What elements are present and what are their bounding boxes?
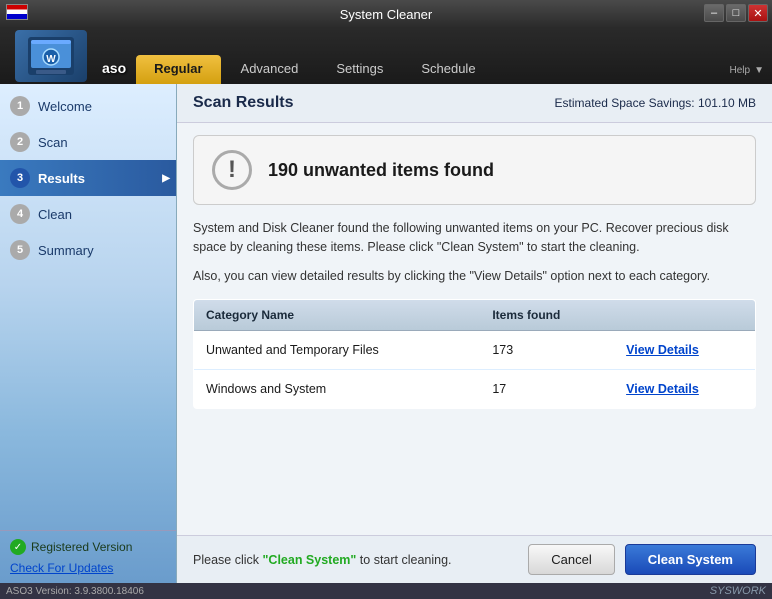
- aso-label: aso: [96, 60, 136, 84]
- sidebar: 1 Welcome 2 Scan 3 Results 4 Clean 5 Sum…: [0, 84, 177, 583]
- sidebar-item-clean[interactable]: 4 Clean: [0, 196, 176, 232]
- sidebar-label-welcome: Welcome: [38, 99, 92, 114]
- title-bar-controls: – □ ✕: [704, 4, 768, 22]
- estimated-savings: Estimated Space Savings: 101.10 MB: [555, 96, 756, 110]
- sidebar-item-summary[interactable]: 5 Summary: [0, 232, 176, 268]
- tab-settings[interactable]: Settings: [318, 55, 401, 84]
- sidebar-label-clean: Clean: [38, 207, 72, 222]
- step-num-scan: 2: [10, 132, 30, 152]
- view-details-link-1[interactable]: View Details: [626, 343, 699, 357]
- col-category: Category Name: [194, 300, 481, 331]
- syswork-logo: SYSWORK: [710, 585, 766, 597]
- footer-message: Please click "Clean System" to start cle…: [193, 553, 452, 567]
- registered-line: ✓ Registered Version: [10, 539, 166, 555]
- view-details-link-2[interactable]: View Details: [626, 382, 699, 396]
- registered-check-icon: ✓: [10, 539, 26, 555]
- footer-buttons: Cancel Clean System: [528, 544, 756, 575]
- row2-category: Windows and System: [194, 370, 481, 409]
- close-button[interactable]: ✕: [748, 4, 768, 22]
- tab-schedule[interactable]: Schedule: [403, 55, 493, 84]
- help-label: Help: [730, 65, 751, 76]
- logo-area: W: [6, 28, 96, 84]
- logo-image: W: [15, 30, 87, 82]
- registered-label: Registered Version: [31, 540, 132, 554]
- results-table: Category Name Items found Unwanted and T…: [193, 299, 756, 409]
- step-num-clean: 4: [10, 204, 30, 224]
- row1-category: Unwanted and Temporary Files: [194, 331, 481, 370]
- tab-advanced[interactable]: Advanced: [223, 55, 317, 84]
- sidebar-item-results[interactable]: 3 Results: [0, 160, 176, 196]
- footer-bar: Please click "Clean System" to start cle…: [177, 535, 772, 583]
- sidebar-label-results: Results: [38, 171, 85, 186]
- col-action: [614, 300, 755, 331]
- col-items: Items found: [480, 300, 614, 331]
- tabs: Regular Advanced Settings Schedule: [136, 55, 495, 84]
- maximize-button[interactable]: □: [726, 4, 746, 22]
- row2-link-cell: View Details: [614, 370, 755, 409]
- content-body: ! 190 unwanted items found System and Di…: [177, 123, 772, 535]
- step-num-results: 3: [10, 168, 30, 188]
- content-title: Scan Results: [193, 94, 293, 112]
- help-arrow: ▼: [754, 65, 764, 76]
- step-num-summary: 5: [10, 240, 30, 260]
- table-row: Unwanted and Temporary Files 173 View De…: [194, 331, 756, 370]
- sidebar-item-scan[interactable]: 2 Scan: [0, 124, 176, 160]
- check-updates-link[interactable]: Check For Updates: [10, 561, 113, 575]
- footer-clean-ref: "Clean System": [262, 553, 356, 567]
- sidebar-item-welcome[interactable]: 1 Welcome: [0, 88, 176, 124]
- help-link[interactable]: Help ▼: [730, 65, 764, 84]
- alert-text: 190 unwanted items found: [268, 160, 494, 181]
- footer-message-prefix: Please click: [193, 553, 262, 567]
- row1-count: 173: [480, 331, 614, 370]
- warning-icon: !: [212, 150, 252, 190]
- step-num-welcome: 1: [10, 96, 30, 116]
- sidebar-label-summary: Summary: [38, 243, 94, 258]
- footer-message-suffix: to start cleaning.: [356, 553, 451, 567]
- sidebar-bottom: ✓ Registered Version Check For Updates: [0, 530, 176, 583]
- cancel-button[interactable]: Cancel: [528, 544, 614, 575]
- alert-box: ! 190 unwanted items found: [193, 135, 756, 205]
- table-row: Windows and System 17 View Details: [194, 370, 756, 409]
- content-panel: Scan Results Estimated Space Savings: 10…: [177, 84, 772, 583]
- table-header-row: Category Name Items found: [194, 300, 756, 331]
- row2-count: 17: [480, 370, 614, 409]
- clean-system-button[interactable]: Clean System: [625, 544, 756, 575]
- flag-icon: [6, 4, 28, 20]
- minimize-button[interactable]: –: [704, 4, 724, 22]
- title-bar-title: System Cleaner: [340, 7, 432, 22]
- nav-bar: W aso Regular Advanced Settings Schedule…: [0, 28, 772, 84]
- version-bar: ASO3 Version: 3.9.3800.18406 SYSWORK: [0, 583, 772, 599]
- svg-text:W: W: [46, 54, 56, 65]
- row1-link-cell: View Details: [614, 331, 755, 370]
- main-area: 1 Welcome 2 Scan 3 Results 4 Clean 5 Sum…: [0, 84, 772, 583]
- sidebar-label-scan: Scan: [38, 135, 68, 150]
- description-text-2: Also, you can view detailed results by c…: [193, 267, 756, 286]
- description-text-1: System and Disk Cleaner found the follow…: [193, 219, 756, 257]
- content-header: Scan Results Estimated Space Savings: 10…: [177, 84, 772, 123]
- version-label: ASO3 Version: 3.9.3800.18406: [6, 586, 144, 597]
- tab-regular[interactable]: Regular: [136, 55, 220, 84]
- title-bar: System Cleaner – □ ✕: [0, 0, 772, 28]
